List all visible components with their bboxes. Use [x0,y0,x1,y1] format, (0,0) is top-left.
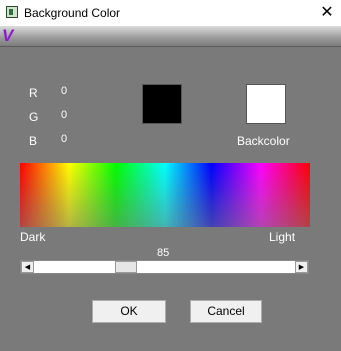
backcolor-label: Backcolor [237,134,290,148]
current-color-swatch [142,84,182,124]
r-value: 0 [61,85,68,97]
app-icon [6,6,18,18]
g-value: 0 [61,109,68,121]
close-button[interactable]: ✕ [313,0,341,26]
r-label: R [29,86,38,100]
scroll-left-arrow-icon[interactable]: ◀ [21,261,34,273]
window-title: Background Color [24,6,121,20]
brightness-value: 85 [157,247,170,259]
dark-label: Dark [20,230,46,244]
color-spectrum[interactable] [20,163,310,227]
b-label: B [29,134,38,148]
backcolor-swatch[interactable] [246,84,286,124]
logo-icon: V [2,26,14,45]
banner: V [0,26,341,47]
light-label: Light [269,230,296,244]
cancel-button[interactable]: Cancel [190,300,262,323]
g-label: G [29,110,39,124]
slider-thumb[interactable] [115,261,137,273]
brightness-slider[interactable]: ◀ ▶ [20,260,309,274]
title-bar: Background Color ✕ [0,0,341,26]
scroll-right-arrow-icon[interactable]: ▶ [295,261,308,273]
b-value: 0 [61,133,68,145]
ok-button[interactable]: OK [92,300,166,323]
